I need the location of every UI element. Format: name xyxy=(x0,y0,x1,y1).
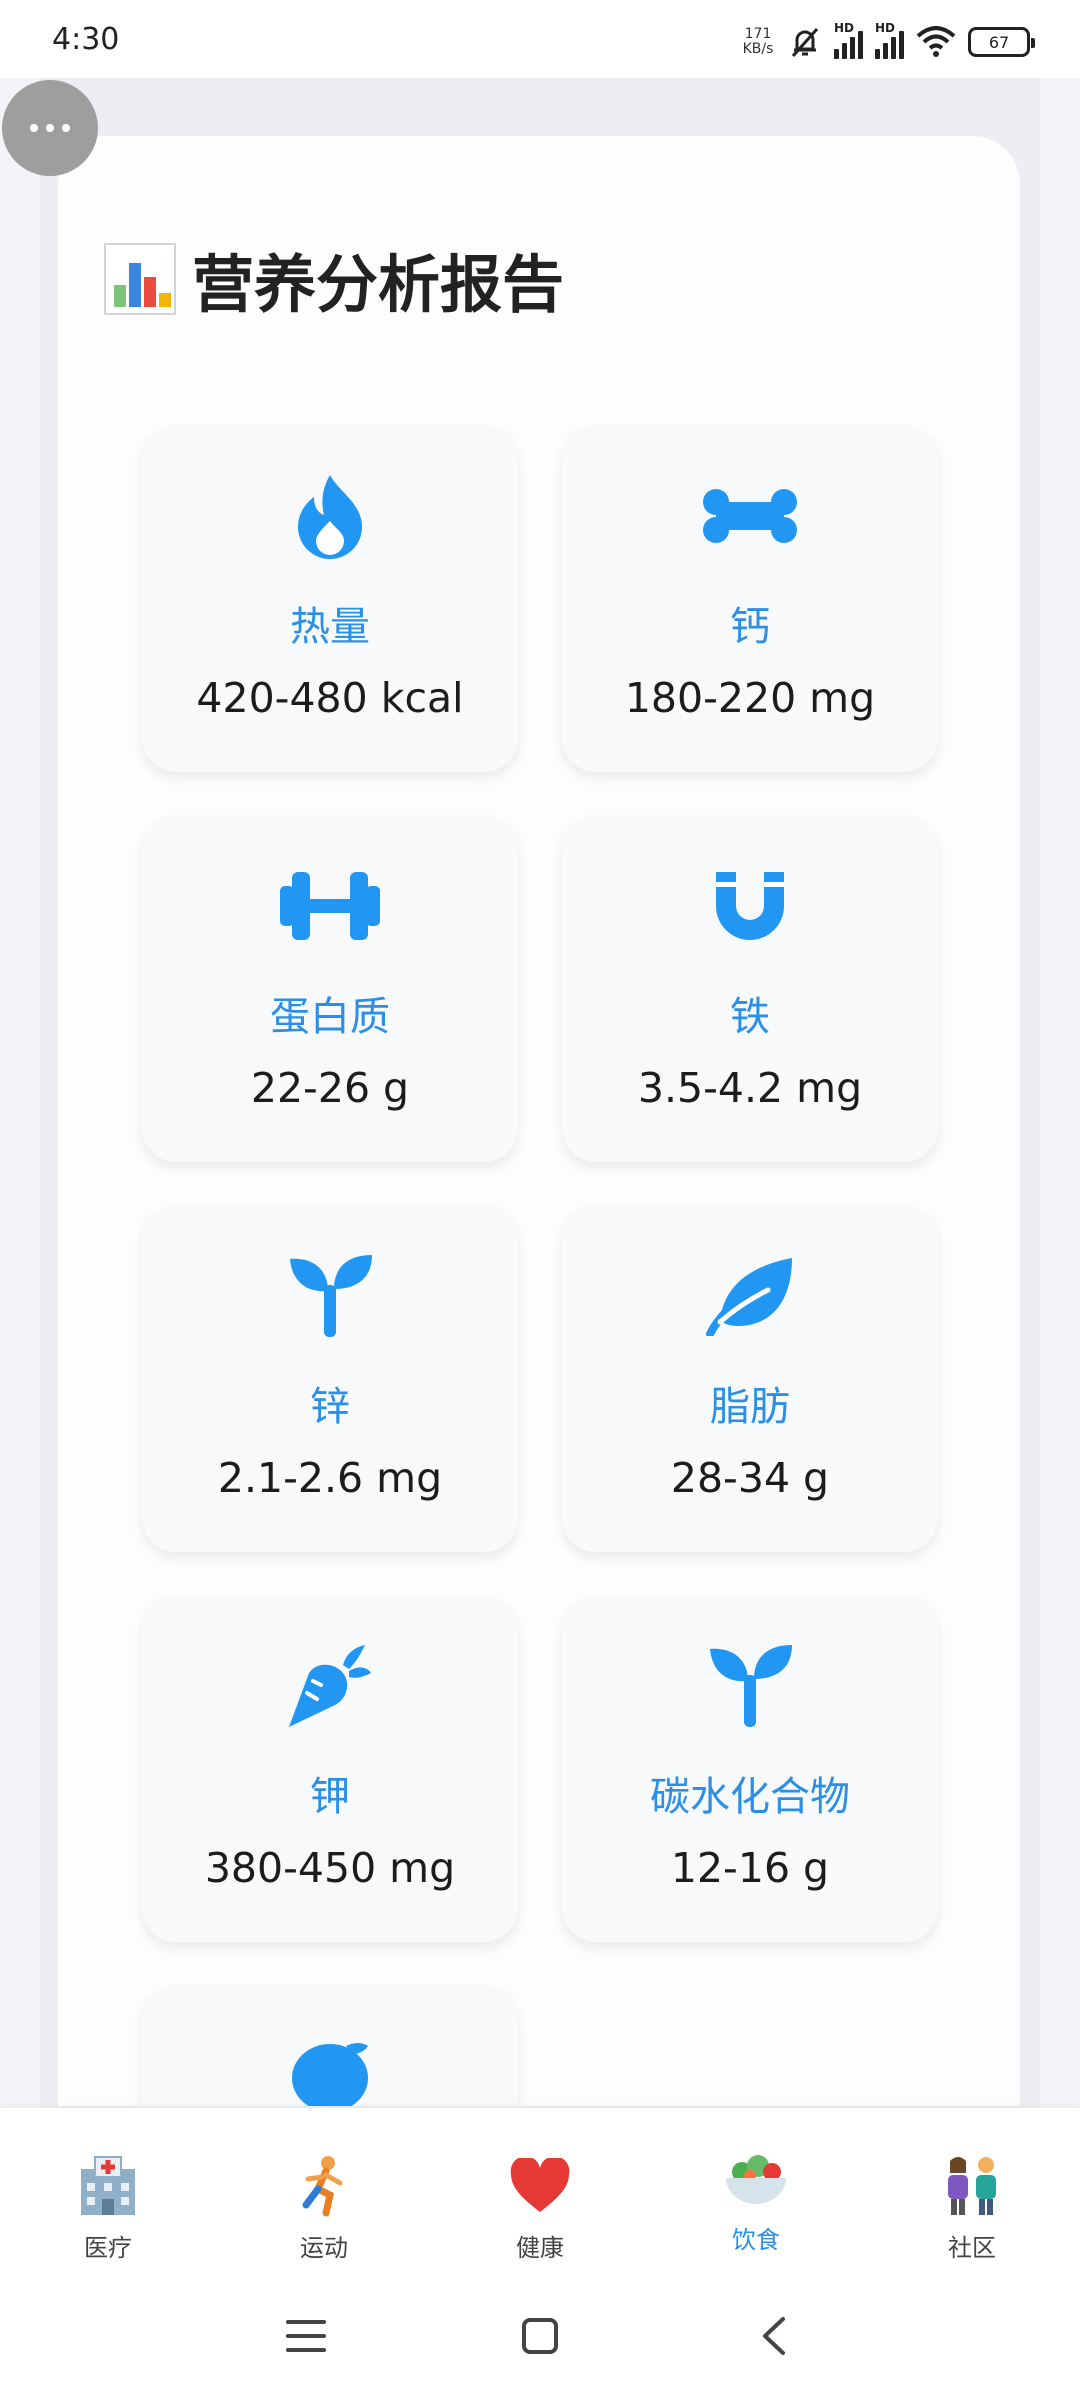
nutrient-value: 3.5-4.2 mg xyxy=(637,1064,863,1112)
nutrient-value: 380-450 mg xyxy=(204,1844,456,1892)
hd-badge: HD xyxy=(834,21,855,35)
nav-label: 健康 xyxy=(516,2234,564,2262)
nutrient-value: 28-34 g xyxy=(670,1454,830,1502)
carrot-icon xyxy=(289,1645,371,1727)
page-title-row: 营养分析报告 xyxy=(104,234,564,324)
nutrient-name: 蛋白质 xyxy=(270,994,390,1040)
nutrient-name: 钾 xyxy=(310,1774,350,1820)
nutrient-name: 锌 xyxy=(310,1384,350,1430)
nutrient-card-calcium[interactable]: 钙 180-220 mg xyxy=(562,426,938,772)
battery-level: 67 xyxy=(988,32,1010,52)
runner-icon xyxy=(302,2156,343,2217)
dot-icon xyxy=(30,124,38,132)
battery-icon: 67 xyxy=(968,27,1035,57)
nutrient-name: 铁 xyxy=(730,994,770,1040)
heart-icon xyxy=(510,2158,570,2212)
nutrient-value: 12-16 g xyxy=(670,1844,830,1892)
nav-label: 社区 xyxy=(948,2234,996,2262)
status-icons: 171 KB/s HD HD 67 xyxy=(740,21,1035,62)
fire-icon xyxy=(298,475,362,559)
nutrient-card-carbohydrate[interactable]: 碳水化合物 12-16 g xyxy=(562,1596,938,1942)
system-nav-bar xyxy=(0,2276,1080,2400)
net-speed: 171 KB/s xyxy=(740,27,776,57)
menu-icon xyxy=(286,2320,326,2352)
nutrient-name: 脂肪 xyxy=(710,1384,790,1430)
nutrient-card-protein[interactable]: 蛋白质 22-26 g xyxy=(142,816,518,1162)
nutrient-value: 180-220 mg xyxy=(624,674,876,722)
nav-item-community[interactable]: 社区 xyxy=(864,2108,1080,2276)
people-icon xyxy=(948,2157,996,2215)
seedling-icon xyxy=(290,1255,372,1337)
home-button[interactable] xyxy=(510,2306,570,2366)
nav-label: 饮食 xyxy=(732,2226,780,2254)
hospital-icon xyxy=(81,2156,135,2215)
dot-icon xyxy=(46,124,54,132)
back-icon xyxy=(763,2317,785,2355)
nutrient-card-partial[interactable] xyxy=(142,1986,518,2106)
status-bar: 4:30 171 KB/s HD HD 67 xyxy=(0,0,1080,78)
hd-badge: HD xyxy=(875,21,896,35)
seedling-icon xyxy=(710,1645,792,1727)
nav-item-health[interactable]: 健康 xyxy=(432,2108,648,2276)
bottom-nav: 医疗 运动 健康 饮食 社区 xyxy=(0,2108,1080,2276)
home-square-icon xyxy=(522,2318,558,2354)
lemon-icon xyxy=(292,2043,368,2106)
nav-label: 医疗 xyxy=(84,2234,132,2262)
signal-strength-icon: HD xyxy=(875,21,904,59)
nutrient-card-potassium[interactable]: 钾 380-450 mg xyxy=(142,1596,518,1942)
page-title: 营养分析报告 xyxy=(192,248,565,321)
nutrient-card-zinc[interactable]: 锌 2.1-2.6 mg xyxy=(142,1206,518,1552)
nav-item-exercise[interactable]: 运动 xyxy=(216,2108,432,2276)
nutrient-value: 420-480 kcal xyxy=(196,674,464,722)
nutrition-report-card: 营养分析报告 热量 420-480 kcal 钙 180-220 mg 蛋白质 … xyxy=(58,136,1020,2106)
nutrient-name: 钙 xyxy=(730,604,770,650)
nutrient-name: 碳水化合物 xyxy=(650,1774,850,1820)
dot-icon xyxy=(62,124,70,132)
mute-bell-icon xyxy=(791,28,819,57)
nav-item-diet[interactable]: 饮食 xyxy=(648,2108,864,2276)
nutrient-card-calories[interactable]: 热量 420-480 kcal xyxy=(142,426,518,772)
bar-chart-icon xyxy=(104,243,176,315)
nutrient-card-iron[interactable]: 铁 3.5-4.2 mg xyxy=(562,816,938,1162)
back-button[interactable] xyxy=(744,2306,804,2366)
nav-label: 运动 xyxy=(300,2234,348,2262)
nutrient-name: 热量 xyxy=(290,604,370,650)
leaf-icon xyxy=(706,1258,792,1336)
nav-item-medical[interactable]: 医疗 xyxy=(0,2108,216,2276)
nutrient-value: 22-26 g xyxy=(250,1064,410,1112)
salad-icon xyxy=(726,2155,786,2204)
nutrient-card-fat[interactable]: 脂肪 28-34 g xyxy=(562,1206,938,1552)
nutrient-value: 2.1-2.6 mg xyxy=(217,1454,443,1502)
net-speed-value: 171 xyxy=(744,26,772,42)
bone-icon xyxy=(703,489,797,543)
dumbbell-icon xyxy=(280,872,380,940)
net-speed-unit: KB/s xyxy=(742,41,774,57)
signal-strength-icon: HD xyxy=(834,21,863,59)
menu-button[interactable] xyxy=(276,2306,336,2366)
status-time: 4:30 xyxy=(52,22,120,57)
magnet-icon xyxy=(716,872,784,940)
more-options-button[interactable] xyxy=(2,80,98,176)
wifi-icon xyxy=(916,26,956,57)
